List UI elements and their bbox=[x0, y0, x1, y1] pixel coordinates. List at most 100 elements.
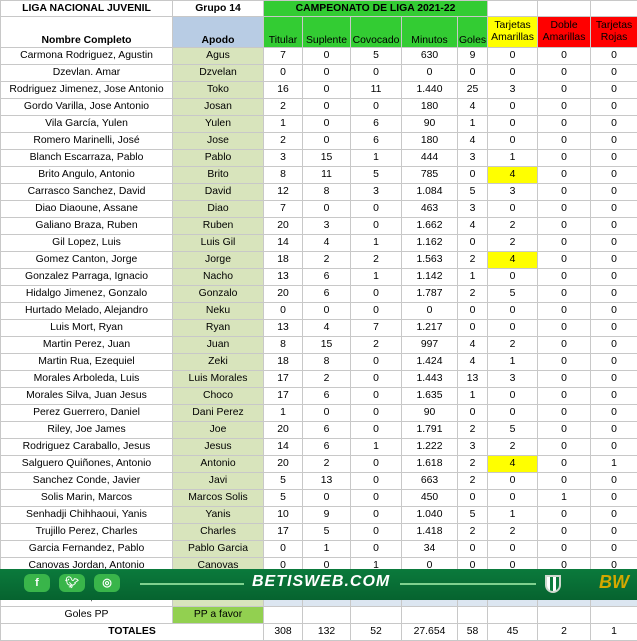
doble-amarillas-value: 0 bbox=[538, 286, 591, 303]
goles-value: 5 bbox=[458, 507, 488, 524]
rojas-value: 0 bbox=[591, 201, 637, 218]
rojas-value: 0 bbox=[591, 48, 637, 65]
amarillas-value: 5 bbox=[488, 286, 538, 303]
rojas-value: 0 bbox=[591, 269, 637, 286]
player-row: Diao Diaoune, AssaneDiao7004633000 bbox=[1, 201, 637, 218]
suplente-value: 4 bbox=[303, 320, 351, 337]
doble-amarillas-value: 0 bbox=[538, 116, 591, 133]
minutos-value: 180 bbox=[402, 133, 458, 150]
doble-amarillas-value: 0 bbox=[538, 337, 591, 354]
convocado-value: 1 bbox=[351, 150, 402, 167]
player-row: Gil Lopez, LuisLuis Gil14411.1620200 bbox=[1, 235, 637, 252]
suplente-value: 15 bbox=[303, 150, 351, 167]
titular-value: 0 bbox=[264, 541, 303, 558]
suplente-value: 0 bbox=[303, 99, 351, 116]
doble-amarillas-value: 0 bbox=[538, 371, 591, 388]
player-name: Vila García, Yulen bbox=[1, 116, 173, 133]
goles-value: 4 bbox=[458, 99, 488, 116]
player-row: Hidalgo Jimenez, GonzaloGonzalo20601.787… bbox=[1, 286, 637, 303]
amarillas-value: 2 bbox=[488, 337, 538, 354]
player-row: Galiano Braza, RubenRuben20301.6624200 bbox=[1, 218, 637, 235]
player-row: Rodriguez Jimenez, Jose AntonioToko16011… bbox=[1, 82, 637, 99]
facebook-icon[interactable]: f bbox=[24, 574, 50, 592]
player-apodo: Nacho bbox=[173, 269, 264, 286]
header-amarillas: Tarjetas Amarillas bbox=[488, 17, 538, 48]
goles-pp-apodo: PP a favor bbox=[173, 607, 264, 624]
league-title: LIGA NACIONAL JUVENIL bbox=[1, 1, 173, 17]
minutos-value: 90 bbox=[402, 116, 458, 133]
instagram-icon[interactable]: ◎ bbox=[94, 574, 120, 592]
titular-value: 5 bbox=[264, 473, 303, 490]
minutos-value: 785 bbox=[402, 167, 458, 184]
header-rojas: Tarjetas Rojas bbox=[591, 17, 637, 48]
amarillas-value: 4 bbox=[488, 252, 538, 269]
total-amarillas: 45 bbox=[488, 624, 538, 641]
convocado-value: 0 bbox=[351, 422, 402, 439]
minutos-value: 1.424 bbox=[402, 354, 458, 371]
minutos-value: 1.662 bbox=[402, 218, 458, 235]
suplente-value: 0 bbox=[303, 303, 351, 320]
minutos-value: 463 bbox=[402, 201, 458, 218]
amarillas-value: 0 bbox=[488, 133, 538, 150]
suplente-value: 6 bbox=[303, 269, 351, 286]
titular-value: 18 bbox=[264, 354, 303, 371]
player-apodo: Neku bbox=[173, 303, 264, 320]
goles-pp-row: Goles PPPP a favor bbox=[1, 607, 637, 624]
header-titular: Titular bbox=[264, 17, 303, 48]
titular-value: 1 bbox=[264, 405, 303, 422]
minutos-value: 1.787 bbox=[402, 286, 458, 303]
player-name: Carrasco Sanchez, David bbox=[1, 184, 173, 201]
convocado-value: 0 bbox=[351, 507, 402, 524]
player-row: Rodriguez Caraballo, JesusJesus14611.222… bbox=[1, 439, 637, 456]
rojas-value: 0 bbox=[591, 371, 637, 388]
convocado-value: 3 bbox=[351, 184, 402, 201]
player-row: Morales Silva, Juan JesusChoco17601.6351… bbox=[1, 388, 637, 405]
player-name: Riley, Joe James bbox=[1, 422, 173, 439]
rojas-value: 0 bbox=[591, 405, 637, 422]
minutos-value: 1.563 bbox=[402, 252, 458, 269]
convocado-value: 6 bbox=[351, 116, 402, 133]
player-row: Sanchez Conde, JavierJavi51306632000 bbox=[1, 473, 637, 490]
titular-value: 20 bbox=[264, 422, 303, 439]
amarillas-value: 2 bbox=[488, 439, 538, 456]
player-name: Trujillo Perez, Charles bbox=[1, 524, 173, 541]
minutos-value: 34 bbox=[402, 541, 458, 558]
convocado-value: 7 bbox=[351, 320, 402, 337]
goles-value: 0 bbox=[458, 541, 488, 558]
goles-value: 0 bbox=[458, 235, 488, 252]
suplente-value: 9 bbox=[303, 507, 351, 524]
total-titular: 308 bbox=[264, 624, 303, 641]
rojas-value: 0 bbox=[591, 473, 637, 490]
amarillas-value: 4 bbox=[488, 167, 538, 184]
footer-bar: f 🐦︎ ◎ BETISWEB.COM BW bbox=[0, 569, 637, 600]
player-name: Perez Guerrero, Daniel bbox=[1, 405, 173, 422]
amarillas-value: 0 bbox=[488, 490, 538, 507]
minutos-value: 0 bbox=[402, 303, 458, 320]
twitter-icon[interactable]: 🐦︎ bbox=[59, 574, 85, 592]
totals-label: TOTALES bbox=[1, 624, 264, 641]
player-apodo: Marcos Solis bbox=[173, 490, 264, 507]
rojas-value: 0 bbox=[591, 354, 637, 371]
player-name: Diao Diaoune, Assane bbox=[1, 201, 173, 218]
player-name: Garcia Fernandez, Pablo bbox=[1, 541, 173, 558]
player-name: Gordo Varilla, Jose Antonio bbox=[1, 99, 173, 116]
titular-value: 5 bbox=[264, 490, 303, 507]
player-apodo: Ryan bbox=[173, 320, 264, 337]
titular-value: 17 bbox=[264, 371, 303, 388]
header-nombre: Nombre Completo bbox=[1, 17, 173, 48]
empty-cell bbox=[488, 607, 538, 624]
convocado-value: 6 bbox=[351, 133, 402, 150]
convocado-value: 0 bbox=[351, 388, 402, 405]
player-apodo: Toko bbox=[173, 82, 264, 99]
rojas-value: 0 bbox=[591, 541, 637, 558]
goles-value: 2 bbox=[458, 422, 488, 439]
suplente-value: 13 bbox=[303, 473, 351, 490]
amarillas-value: 0 bbox=[488, 65, 538, 82]
player-row: Dzevlan. AmarDzvelan00000000 bbox=[1, 65, 637, 82]
titular-value: 13 bbox=[264, 269, 303, 286]
suplente-value: 11 bbox=[303, 167, 351, 184]
rojas-value: 0 bbox=[591, 507, 637, 524]
player-apodo: Dzvelan bbox=[173, 65, 264, 82]
doble-amarillas-value: 0 bbox=[538, 439, 591, 456]
player-name: Gomez Canton, Jorge bbox=[1, 252, 173, 269]
